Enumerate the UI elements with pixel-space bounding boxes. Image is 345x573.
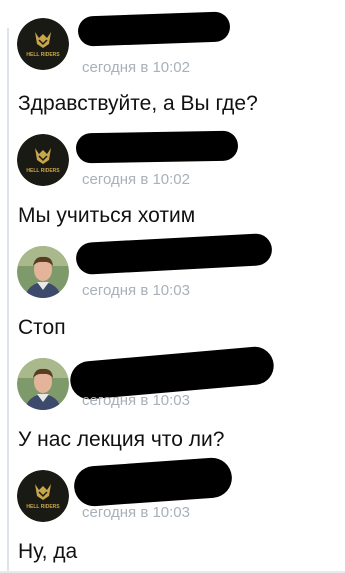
- message-time: сегодня в 10:02: [82, 59, 190, 76]
- message-text: Мы учиться хотим: [18, 204, 196, 227]
- svg-text:HELL RIDERS: HELL RIDERS: [26, 168, 60, 174]
- message-text: Стоп: [18, 316, 66, 339]
- redacted-sender-name: [72, 456, 234, 508]
- message-item: HELL RIDERS сегодня в 10:03 Ну, да: [0, 456, 345, 572]
- svg-text:HELL RIDERS: HELL RIDERS: [26, 504, 60, 510]
- message-text: Здравствуйте, а Вы где?: [18, 92, 258, 115]
- hell-riders-logo-icon: HELL RIDERS: [17, 18, 69, 70]
- redacted-sender-name: [75, 130, 239, 164]
- avatar-logo[interactable]: HELL RIDERS: [17, 470, 69, 522]
- person-photo-icon: [17, 358, 69, 410]
- message-time: сегодня в 10:02: [82, 171, 190, 188]
- hell-riders-logo-icon: HELL RIDERS: [17, 134, 69, 186]
- avatar-logo[interactable]: HELL RIDERS: [17, 134, 69, 186]
- avatar-logo[interactable]: HELL RIDERS: [17, 18, 69, 70]
- message-item: сегодня в 10:03 У нас лекция что ли?: [0, 345, 345, 460]
- message-item: HELL RIDERS сегодня в 10:02 Здравствуйте…: [0, 11, 345, 124]
- person-photo-icon: [17, 246, 69, 298]
- message-text: У нас лекция что ли?: [18, 428, 225, 451]
- message-time: сегодня в 10:03: [82, 504, 190, 521]
- avatar-photo[interactable]: [17, 246, 69, 298]
- redacted-sender-name: [77, 11, 231, 47]
- redacted-sender-name: [75, 232, 273, 276]
- svg-text:HELL RIDERS: HELL RIDERS: [26, 52, 60, 58]
- avatar-photo[interactable]: [17, 358, 69, 410]
- hell-riders-logo-icon: HELL RIDERS: [17, 470, 69, 522]
- chat-window: HELL RIDERS сегодня в 10:02 Здравствуйте…: [0, 0, 345, 573]
- message-time: сегодня в 10:03: [82, 282, 190, 299]
- message-text: Ну, да: [18, 540, 78, 563]
- message-time: сегодня в 10:03: [82, 392, 190, 409]
- message-item: сегодня в 10:03 Стоп: [0, 232, 345, 348]
- message-item: HELL RIDERS сегодня в 10:02 Мы учиться х…: [0, 124, 345, 236]
